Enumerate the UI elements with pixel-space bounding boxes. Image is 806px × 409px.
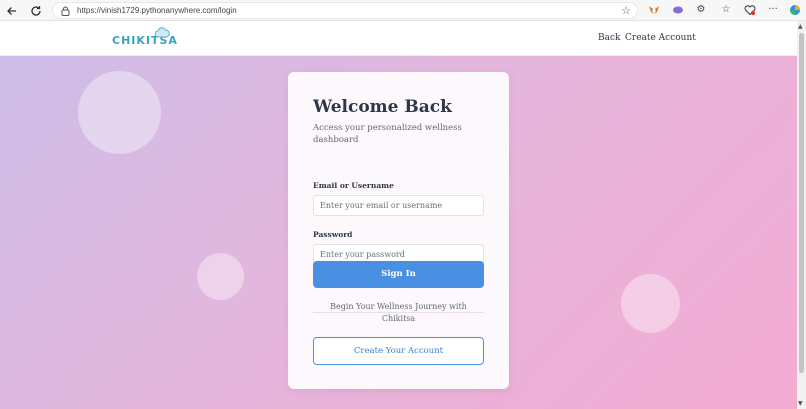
cloud-icon xyxy=(154,27,170,38)
decorative-bubble xyxy=(621,274,680,333)
create-account-button[interactable]: Create Your Account xyxy=(313,337,484,365)
favorites-icon[interactable]: ☆ xyxy=(719,3,733,17)
create-account-link[interactable]: Create Account xyxy=(625,31,696,45)
shopping-icon[interactable] xyxy=(743,3,757,17)
site-header: CHIKITSA Back Create Account xyxy=(0,21,797,56)
divider-text: Begin Your Wellness Journey with Chikits… xyxy=(330,302,467,323)
browser-toolbar: https://vinish1729.pythonanywhere.com/lo… xyxy=(0,0,806,21)
reload-icon[interactable] xyxy=(28,3,44,19)
address-bar[interactable]: https://vinish1729.pythonanywhere.com/lo… xyxy=(52,2,638,19)
scroll-down-icon[interactable]: ▼ xyxy=(798,400,803,407)
page-subtitle: Access your personalized wellness dashbo… xyxy=(313,123,462,145)
metamask-icon[interactable] xyxy=(647,3,661,17)
puzzle-icon[interactable]: ⚙ xyxy=(694,3,708,17)
decorative-bubble xyxy=(78,71,161,154)
login-card: Welcome Back Access your personalized we… xyxy=(288,72,509,389)
scroll-thumb[interactable] xyxy=(799,33,804,373)
sign-in-button[interactable]: Sign In xyxy=(313,261,484,288)
more-icon[interactable]: ··· xyxy=(766,3,780,17)
back-link[interactable]: Back xyxy=(598,31,620,45)
favorite-star-icon[interactable]: ☆ xyxy=(621,4,631,18)
login-page-background: Welcome Back Access your personalized we… xyxy=(0,56,797,409)
password-label: Password xyxy=(313,230,353,239)
extension-icon[interactable] xyxy=(671,3,685,17)
decorative-bubble xyxy=(197,253,244,300)
page-title: Welcome Back xyxy=(313,97,452,117)
scroll-up-icon[interactable]: ▲ xyxy=(798,23,803,30)
copilot-icon[interactable] xyxy=(788,3,802,17)
url-text: https://vinish1729.pythonanywhere.com/lo… xyxy=(77,6,237,15)
scrollbar[interactable]: ▲ ▼ xyxy=(797,21,806,409)
email-field[interactable] xyxy=(313,195,484,216)
back-arrow-icon[interactable] xyxy=(4,3,20,19)
email-label: Email or Username xyxy=(313,181,394,190)
lock-icon xyxy=(61,6,70,16)
